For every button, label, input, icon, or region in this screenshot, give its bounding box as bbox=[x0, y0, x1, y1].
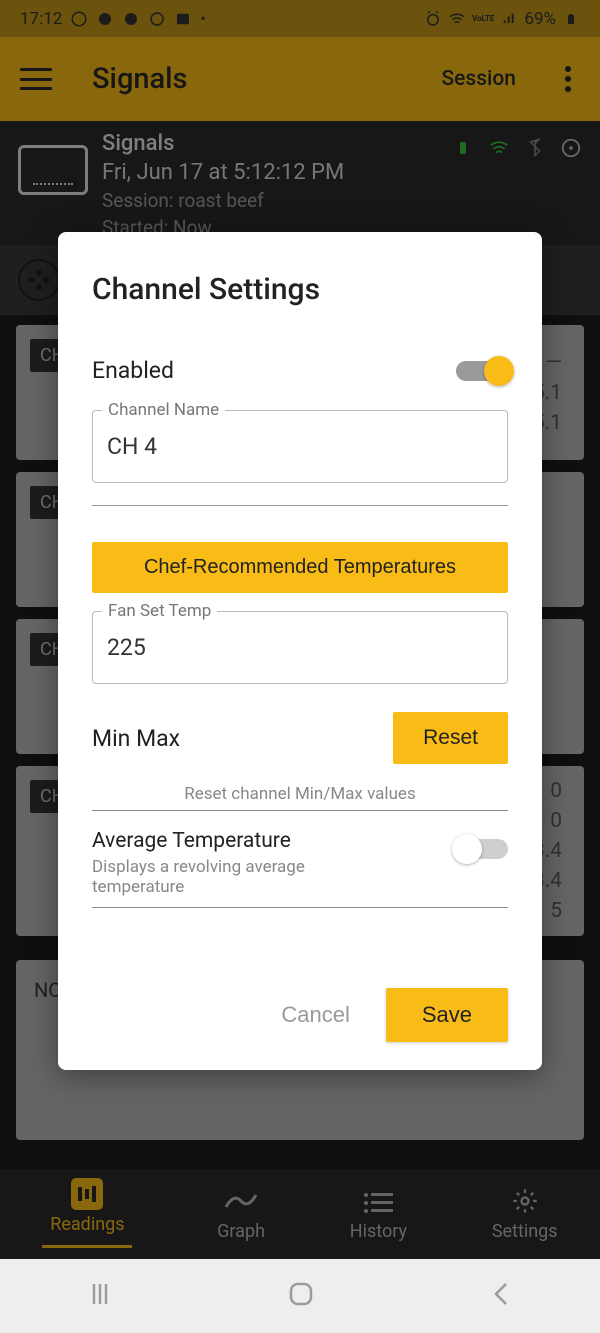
dialog-title: Channel Settings bbox=[92, 272, 508, 307]
home-button[interactable] bbox=[287, 1280, 315, 1312]
cancel-button[interactable]: Cancel bbox=[271, 990, 359, 1040]
chef-recommended-button[interactable]: Chef-Recommended Temperatures bbox=[92, 542, 508, 593]
avg-temp-subtitle: Displays a revolving average temperature bbox=[92, 857, 352, 897]
channel-name-label: Channel Name bbox=[102, 400, 225, 420]
channel-name-input[interactable]: CH 4 bbox=[92, 410, 508, 483]
channel-settings-dialog: Channel Settings Enabled Channel Name CH… bbox=[58, 232, 542, 1070]
enabled-toggle[interactable] bbox=[456, 361, 508, 381]
android-nav-bar bbox=[0, 1259, 600, 1333]
reset-button[interactable]: Reset bbox=[393, 712, 508, 764]
divider bbox=[92, 907, 508, 908]
minmax-label: Min Max bbox=[92, 725, 180, 752]
divider bbox=[92, 810, 508, 811]
fan-temp-input[interactable]: 225 bbox=[92, 611, 508, 684]
reset-hint: Reset channel Min/Max values bbox=[92, 784, 508, 804]
avg-temp-toggle[interactable] bbox=[456, 839, 508, 859]
save-button[interactable]: Save bbox=[386, 988, 508, 1042]
back-button[interactable] bbox=[490, 1280, 512, 1312]
avg-temp-title: Average Temperature bbox=[92, 829, 352, 853]
fan-temp-label: Fan Set Temp bbox=[102, 601, 217, 621]
enabled-label: Enabled bbox=[92, 357, 174, 384]
recents-button[interactable] bbox=[88, 1280, 112, 1312]
divider bbox=[92, 505, 508, 506]
